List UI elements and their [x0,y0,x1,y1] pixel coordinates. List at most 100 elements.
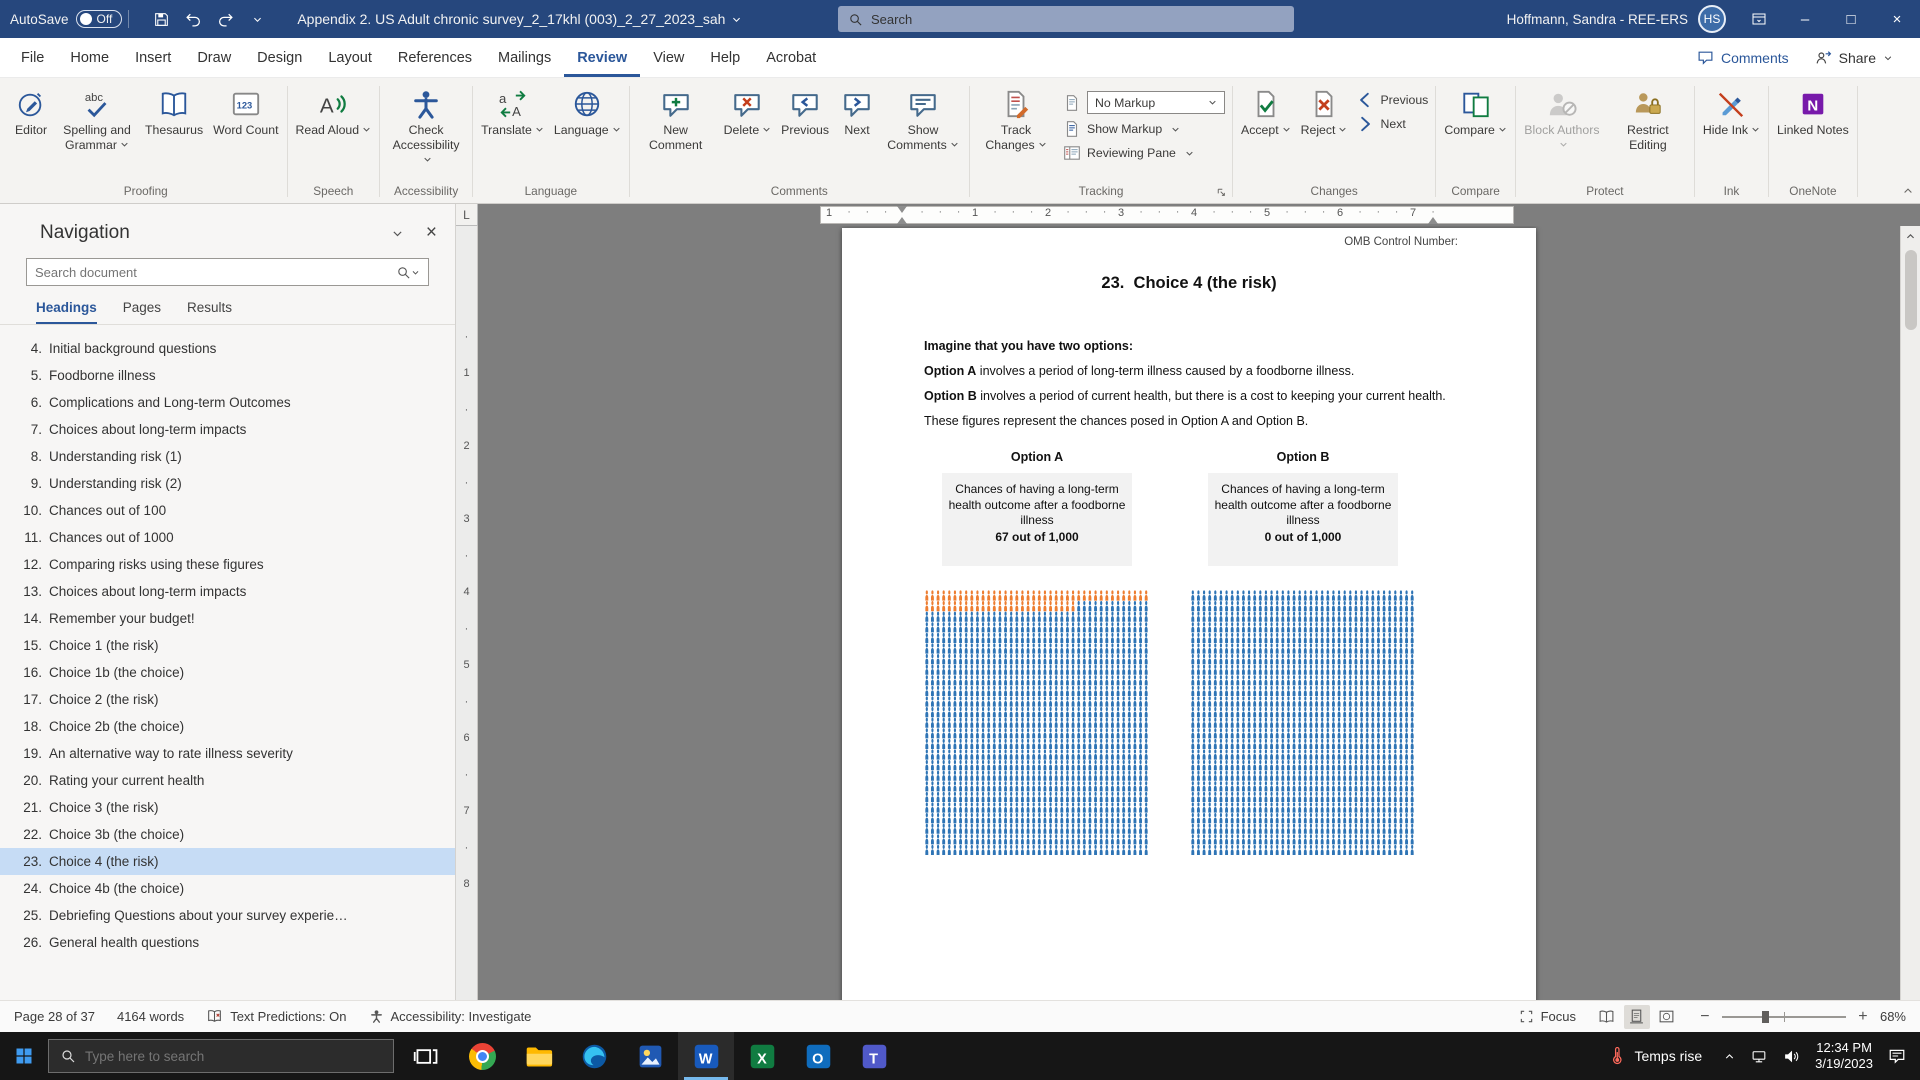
ribbon-button-reject[interactable]: Reject [1296,82,1353,140]
taskbar-app-edge[interactable] [566,1032,622,1080]
read-mode-button[interactable] [1594,1005,1620,1029]
tab-review[interactable]: Review [564,38,640,77]
nav-heading-item[interactable]: 8.Understanding risk (1) [0,443,455,470]
minimize-button[interactable]: – [1782,0,1828,38]
taskbar-clock[interactable]: 12:34 PM 3/19/2023 [1815,1040,1873,1072]
autosave-switch[interactable]: Off [76,10,123,28]
scrollbar-thumb[interactable] [1905,250,1917,330]
network-icon[interactable] [1751,1048,1768,1065]
nav-heading-item[interactable]: 19.An alternative way to rate illness se… [0,740,455,767]
zoom-level-text[interactable]: 68% [1880,1009,1906,1024]
nav-heading-item[interactable]: 20.Rating your current health [0,767,455,794]
ribbon-button-accept[interactable]: Accept [1236,82,1296,140]
taskbar-app-outlook[interactable]: O [790,1032,846,1080]
nav-heading-item[interactable]: 15.Choice 1 (the risk) [0,632,455,659]
page-indicator[interactable]: Page 28 of 37 [14,1009,95,1024]
nav-heading-item[interactable]: 11.Chances out of 1000 [0,524,455,551]
taskbar-app-file-explorer[interactable] [510,1032,566,1080]
chevron-down-icon[interactable] [411,268,420,277]
ribbon-button-block-authors[interactable]: Block Authors [1519,82,1605,155]
ribbon-button-translate[interactable]: aATranslate [476,82,549,140]
ribbon-button-language[interactable]: Language [549,82,626,140]
tab-design[interactable]: Design [244,38,315,77]
word-count-indicator[interactable]: 4164 words [117,1009,184,1024]
nav-heading-item[interactable]: 13.Choices about long-term impacts [0,578,455,605]
pane-options-chevron-icon[interactable] [391,227,404,240]
action-center-icon[interactable] [1888,1047,1906,1065]
ribbon-small-show-markup[interactable]: Show Markup [1063,120,1225,138]
nav-heading-item[interactable]: 6.Complications and Long-term Outcomes [0,389,455,416]
taskbar-app-word[interactable]: W [678,1032,734,1080]
avatar[interactable]: HS [1698,5,1726,33]
document-title[interactable]: Appendix 2. US Adult chronic survey_2_17… [297,11,742,27]
ribbon-button-track-changes[interactable]: Track Changes [973,82,1059,155]
tab-references[interactable]: References [385,38,485,77]
taskbar-search[interactable] [48,1039,394,1073]
user-name[interactable]: Hoffmann, Sandra - REE-ERS [1507,12,1688,27]
nav-heading-item[interactable]: 14.Remember your budget! [0,605,455,632]
nav-tab-headings[interactable]: Headings [36,300,97,324]
web-layout-button[interactable] [1654,1005,1680,1029]
tab-insert[interactable]: Insert [122,38,184,77]
ribbon-button-compare[interactable]: Compare [1439,82,1512,140]
nav-search-input[interactable] [35,265,396,280]
scroll-up-arrow-icon[interactable] [1901,226,1920,246]
nav-heading-item[interactable]: 24.Choice 4b (the choice) [0,875,455,902]
redo-button[interactable] [211,5,239,33]
ribbon-small-previous[interactable]: Previous [1356,91,1428,109]
tab-acrobat[interactable]: Acrobat [753,38,829,77]
show-hidden-icons-chevron-icon[interactable] [1723,1050,1736,1063]
titlebar-search[interactable]: Search [838,6,1294,32]
ribbon-button-show-comments[interactable]: Show Comments [880,82,966,155]
undo-button[interactable] [179,5,207,33]
nav-heading-item-selected[interactable]: 23.Choice 4 (the risk) [0,848,455,875]
nav-heading-item[interactable]: 12.Comparing risks using these figures [0,551,455,578]
nav-search-box[interactable] [26,258,429,286]
volume-icon[interactable] [1783,1048,1800,1065]
nav-heading-item[interactable]: 21.Choice 3 (the risk) [0,794,455,821]
taskbar-search-input[interactable] [85,1049,382,1064]
nav-heading-item[interactable]: 22.Choice 3b (the choice) [0,821,455,848]
accessibility-status[interactable]: Accessibility: Investigate [369,1009,532,1024]
taskbar-app-excel[interactable]: X [734,1032,790,1080]
taskbar-app-photos[interactable] [622,1032,678,1080]
save-button[interactable] [147,5,175,33]
ribbon-button-spelling-and-grammar[interactable]: abcSpelling and Grammar [54,82,140,155]
right-indent-marker[interactable] [1428,217,1438,224]
tab-view[interactable]: View [640,38,697,77]
nav-heading-item[interactable]: 9.Understanding risk (2) [0,470,455,497]
close-button[interactable]: × [1874,0,1920,38]
tab-mailings[interactable]: Mailings [485,38,564,77]
tab-help[interactable]: Help [697,38,753,77]
focus-button[interactable]: Focus [1519,1009,1576,1024]
ribbon-button-previous[interactable]: Previous [776,82,834,140]
ruler-horizontal[interactable]: 12345671························· [478,204,1920,226]
proofing-status[interactable]: Text Predictions: On [206,1008,346,1025]
start-button[interactable] [0,1032,48,1080]
tab-stop-selector[interactable]: L [456,204,478,226]
taskbar-app-chrome[interactable] [454,1032,510,1080]
tab-layout[interactable]: Layout [315,38,385,77]
ribbon-button-read-aloud[interactable]: ARead Aloud [291,82,377,140]
ribbon-button-delete[interactable]: Delete [719,82,777,140]
collapse-ribbon-button[interactable] [1902,185,1914,197]
print-layout-button[interactable] [1624,1005,1650,1029]
ribbon-button-check-accessibility[interactable]: Check Accessibility [383,82,469,170]
customize-qat-button[interactable] [243,5,271,33]
comments-button[interactable]: Comments [1686,44,1800,71]
taskbar-app-teams[interactable]: T [846,1032,902,1080]
ribbon-button-new-comment[interactable]: New Comment [633,82,719,155]
ribbon-small-next[interactable]: Next [1356,115,1428,133]
nav-tab-results[interactable]: Results [187,300,232,324]
tab-file[interactable]: File [8,38,57,77]
zoom-slider[interactable] [1722,1016,1846,1018]
search-icon[interactable] [396,265,411,280]
dialog-launcher-icon[interactable] [1215,186,1228,199]
zoom-in-button[interactable]: + [1856,1008,1870,1026]
nav-tab-pages[interactable]: Pages [123,300,161,324]
nav-heading-item[interactable]: 18.Choice 2b (the choice) [0,713,455,740]
nav-heading-item[interactable]: 17.Choice 2 (the risk) [0,686,455,713]
nav-heading-item[interactable]: 7.Choices about long-term impacts [0,416,455,443]
vertical-scrollbar[interactable] [1900,226,1920,1000]
markup-combo[interactable]: No Markup [1087,91,1225,114]
